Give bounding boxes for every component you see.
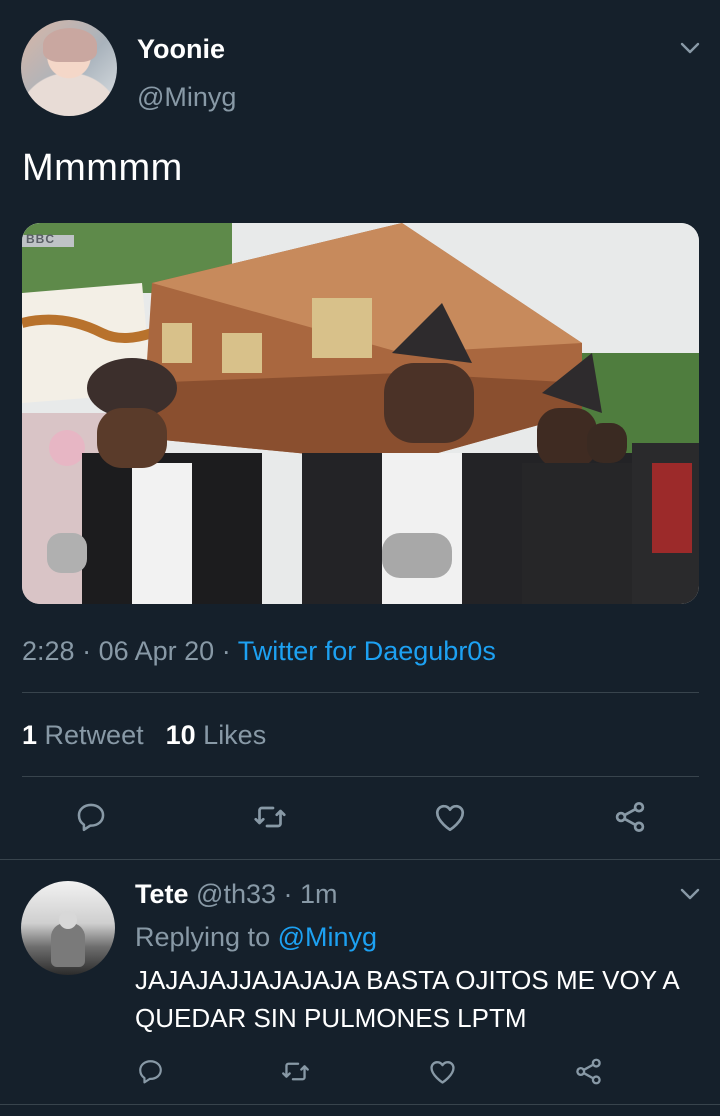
- retweet-icon[interactable]: [251, 798, 289, 836]
- retweet-label: Retweet: [44, 720, 144, 750]
- reply-separator: ·: [283, 879, 293, 909]
- replying-to-mention-link[interactable]: @Minyg: [278, 922, 377, 952]
- media-illustration: [22, 223, 699, 604]
- avatar-hair-shape: [43, 28, 97, 62]
- media-watermark: BBC: [26, 232, 55, 246]
- reply-header: Tete @th33 · 1m: [135, 879, 338, 910]
- reply-icon[interactable]: [72, 798, 110, 836]
- tweet-time[interactable]: 2:28: [22, 636, 75, 666]
- tweet-text: Mmmmm: [22, 147, 183, 189]
- avatar-figure-head: [59, 911, 77, 929]
- divider: [0, 1104, 720, 1105]
- like-count: 10: [165, 720, 196, 750]
- tweet-media-image[interactable]: BBC: [22, 223, 699, 604]
- tweet-timestamp-line: 2:28 · 06 Apr 20 · Twitter for Daegubr0s: [22, 636, 496, 667]
- author-display-name[interactable]: Yoonie: [137, 34, 225, 65]
- author-avatar[interactable]: [21, 20, 117, 116]
- tweet-menu-chevron-icon[interactable]: [678, 36, 702, 60]
- reply-text: JAJAJAJJAJAJAJA BASTA OJITOS ME VOY A QU…: [135, 965, 679, 1033]
- like-icon[interactable]: [426, 1055, 458, 1087]
- share-icon[interactable]: [572, 1055, 604, 1087]
- avatar-figure-shape: [51, 923, 85, 967]
- meta-separator: ·: [82, 636, 92, 666]
- divider: [22, 776, 699, 777]
- share-icon[interactable]: [611, 798, 649, 836]
- reply-author-avatar[interactable]: [21, 881, 115, 975]
- reply-display-name[interactable]: Tete: [135, 879, 189, 909]
- divider: [22, 692, 699, 693]
- retweet-icon[interactable]: [279, 1055, 311, 1087]
- reply-time[interactable]: 1m: [300, 879, 338, 909]
- like-label: Likes: [203, 720, 267, 750]
- replying-to-line: Replying to @Minyg: [135, 922, 377, 953]
- author-handle[interactable]: @Minyg: [137, 82, 236, 113]
- retweet-stat[interactable]: 1 Retweet: [22, 720, 144, 750]
- reply-handle[interactable]: @th33: [196, 879, 276, 909]
- tweet-date[interactable]: 06 Apr 20: [99, 636, 215, 666]
- tweet-source-app-link[interactable]: Twitter for Daegubr0s: [238, 636, 496, 666]
- meta-separator: ·: [221, 636, 231, 666]
- like-stat[interactable]: 10 Likes: [166, 720, 267, 750]
- reply-menu-chevron-icon[interactable]: [678, 882, 702, 906]
- retweet-count: 1: [22, 720, 38, 750]
- reply-icon[interactable]: [134, 1055, 166, 1087]
- divider: [0, 859, 720, 860]
- like-icon[interactable]: [431, 798, 469, 836]
- replying-to-label: Replying to: [135, 922, 271, 952]
- tweet-stats: 1 Retweet 10 Likes: [22, 720, 266, 751]
